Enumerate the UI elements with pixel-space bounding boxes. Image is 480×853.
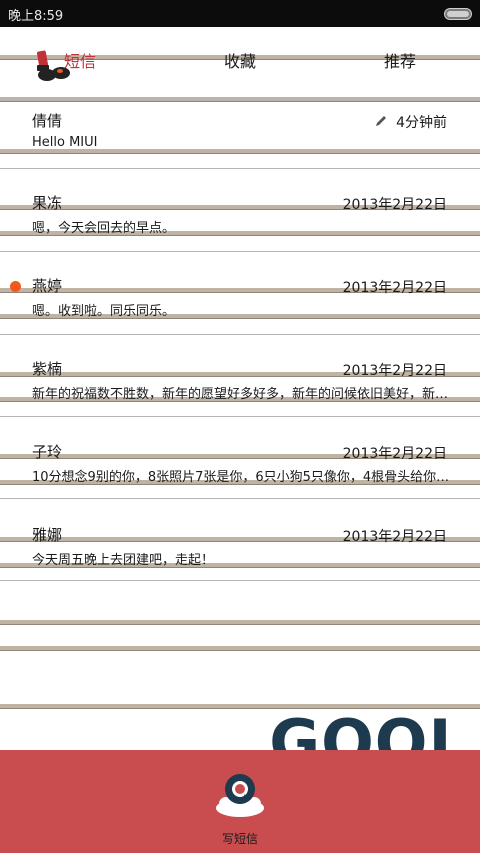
message-snippet: 嗯，今天会回去的早点。 [32,221,176,236]
conversation-row[interactable]: 子玲 2013年2月22日 10分想念9别的你，8张照片7张是你，6只小狗5只像… [0,437,480,517]
contact-name: 子玲 [32,443,63,461]
contact-name: 果冻 [32,194,63,212]
message-snippet: Hello MIUI [32,135,98,150]
conversation-row[interactable]: 燕婷 2013年2月22日 嗯。收到啦。同乐同乐。 [0,271,480,351]
message-snippet: 今天周五晚上去团建吧，走起！ [32,553,215,568]
bottom-bar: 写短信 [0,750,480,853]
conversation-row[interactable]: 紫楠 2013年2月22日 新年的祝福数不胜数，新年的愿望好多好多，新年的问候依… [0,354,480,434]
status-time: 晚上8:59 [8,9,64,24]
message-snippet: 10分想念9别的你，8张照片7张是你，6只小狗5只像你，4根骨头给你…… [32,470,450,485]
contact-name: 雅娜 [32,526,63,544]
status-bar: 晚上8:59 [0,0,480,27]
compose-label: 写短信 [221,832,258,846]
paper-rule [0,646,480,651]
conversation-row[interactable]: 倩倩 4分钟前 Hello MIUI [0,106,480,186]
tab-messages[interactable]: 短信 [64,48,96,72]
message-date: 2013年2月22日 [342,197,447,213]
message-snippet: 新年的祝福数不胜数，新年的愿望好多好多，新年的问候依旧美好，新年的…… [32,387,450,402]
message-date: 2013年2月22日 [342,529,447,545]
message-date: 2013年2月22日 [342,280,447,296]
message-date: 2013年2月22日 [342,363,447,379]
conversation-row[interactable]: 果冻 2013年2月22日 嗯，今天会回去的早点。 [0,188,480,268]
message-date: 2013年2月22日 [342,446,447,462]
contact-name: 倩倩 [32,112,63,130]
message-snippet: 嗯。收到啦。同乐同乐。 [32,304,176,319]
message-time: 4分钟前 [396,115,447,131]
tab-favorites[interactable]: 收藏 [224,48,256,72]
conversation-row[interactable]: 雅娜 2013年2月22日 今天周五晚上去团建吧，走起！ [0,520,480,600]
paper-rule [0,620,480,625]
unread-indicator [10,281,21,292]
pencil-icon [376,116,386,126]
tab-recommended[interactable]: 推荐 [384,48,416,72]
tab-bar: 短信 收藏 推荐 [0,27,480,101]
contact-name: 燕婷 [32,277,63,295]
contact-name: 紫楠 [32,360,63,378]
battery-icon [444,8,472,20]
compose-icon [216,774,264,817]
